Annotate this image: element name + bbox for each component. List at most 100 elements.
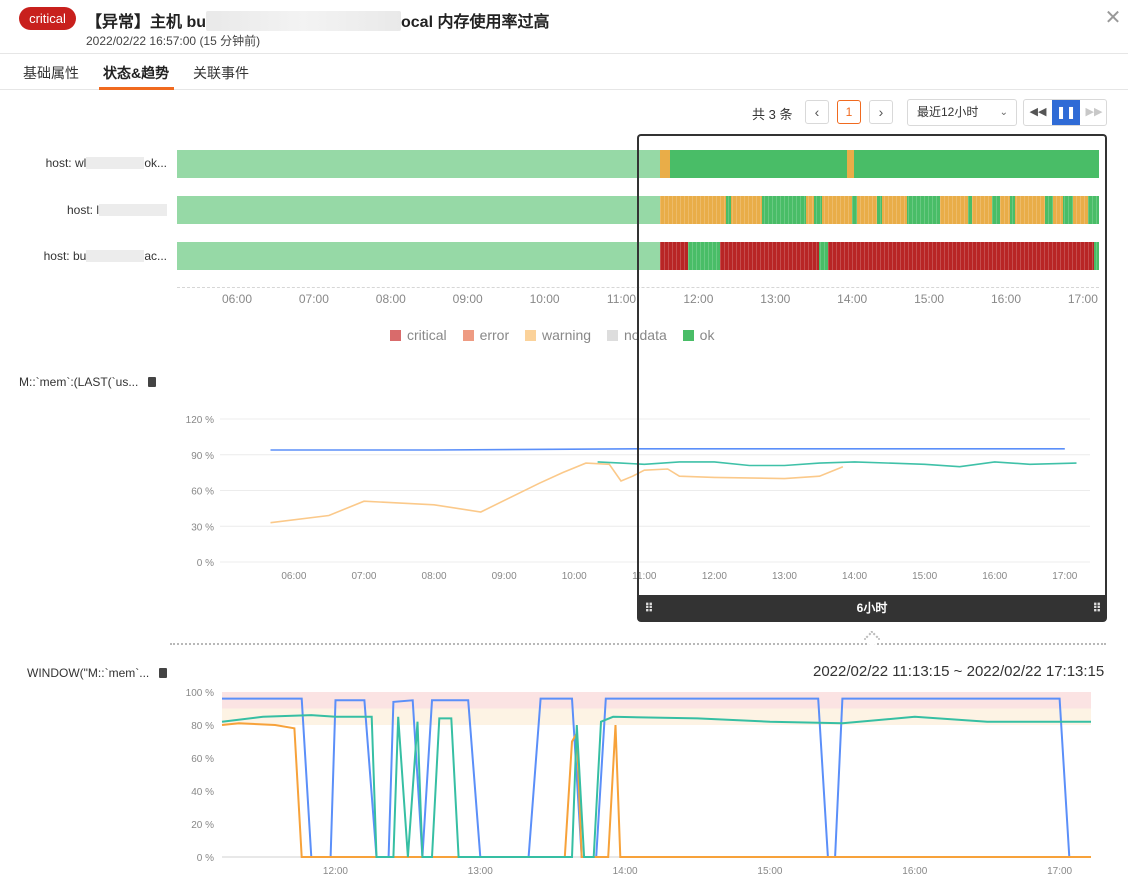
- status-segment: [1053, 196, 1063, 224]
- status-segment: [703, 196, 726, 224]
- status-tick-label: 12:00: [683, 292, 714, 306]
- status-stripe: [816, 242, 817, 270]
- status-stripe: [1088, 242, 1089, 270]
- memory-line-chart[interactable]: 120 % 90 % 60 % 30 % 0 % 06:00 07:00 08:00 09:00…: [170, 405, 1105, 585]
- chart2-title-text: WINDOW("M::`mem`...: [27, 666, 150, 680]
- status-stripe: [760, 196, 761, 224]
- status-stripe: [756, 242, 757, 270]
- time-range-select[interactable]: 最近12小时 ⌄: [907, 99, 1017, 126]
- pause-icon[interactable]: ❚❚: [1052, 100, 1080, 125]
- legend-item-ok[interactable]: ok: [682, 327, 714, 343]
- status-stripe: [1048, 196, 1049, 224]
- prev-page-button[interactable]: ‹: [805, 100, 829, 124]
- x-tick-label: 10:00: [562, 571, 587, 582]
- chevron-down-icon: ⌄: [999, 107, 1008, 118]
- rewind-icon[interactable]: ◀◀: [1024, 100, 1052, 125]
- status-stripe: [920, 196, 921, 224]
- status-stripe: [780, 196, 781, 224]
- x-tick-label: 15:00: [757, 866, 782, 877]
- y-tick-label: 100 %: [186, 688, 214, 699]
- status-stripe: [928, 196, 929, 224]
- status-stripe: [1096, 242, 1097, 270]
- close-icon[interactable]: ✕: [1103, 8, 1123, 28]
- status-stripe: [1084, 196, 1085, 224]
- status-bar[interactable]: [177, 242, 1099, 270]
- status-bar[interactable]: [177, 196, 1099, 224]
- status-stripe: [1036, 196, 1037, 224]
- status-stripe: [868, 196, 869, 224]
- status-stripe: [688, 196, 689, 224]
- status-segment: [660, 150, 670, 178]
- status-stripe: [664, 196, 665, 224]
- status-stripe: [948, 196, 949, 224]
- status-stripe: [744, 242, 745, 270]
- status-stripe: [1088, 196, 1089, 224]
- status-stripe: [828, 196, 829, 224]
- status-stripe: [684, 196, 685, 224]
- forward-icon[interactable]: ▶▶: [1080, 100, 1106, 125]
- x-tick-label: 17:00: [1052, 571, 1077, 582]
- copy-icon[interactable]: [148, 377, 157, 387]
- status-stripe: [964, 242, 965, 270]
- legend-item-error[interactable]: error: [462, 327, 510, 343]
- next-page-button[interactable]: ›: [869, 100, 893, 124]
- selection-window-handle[interactable]: ⠿ 6小时 ⠿: [637, 595, 1107, 622]
- drag-handle-right-icon[interactable]: ⠿: [1089, 595, 1103, 622]
- status-stripe: [668, 242, 669, 270]
- status-stripe: [764, 196, 765, 224]
- status-stripe: [804, 242, 805, 270]
- status-stripe: [932, 196, 933, 224]
- status-stripe: [992, 196, 993, 224]
- status-stripe: [948, 242, 949, 270]
- status-tick-label: 17:00: [1067, 292, 1098, 306]
- drag-handle-left-icon[interactable]: ⠿: [641, 595, 655, 622]
- legend-item-warning[interactable]: warning: [525, 327, 591, 343]
- status-stripe: [896, 196, 897, 224]
- status-stripe: [980, 242, 981, 270]
- status-stripe: [668, 196, 669, 224]
- tab-basic-properties[interactable]: 基础属性: [23, 63, 79, 83]
- status-tick-label: 06:00: [221, 292, 253, 306]
- status-stripe: [1080, 242, 1081, 270]
- status-stripe: [960, 242, 961, 270]
- status-stripe: [748, 242, 749, 270]
- legend-item-critical[interactable]: critical: [390, 327, 447, 343]
- x-tick-label: 15:00: [912, 571, 937, 582]
- y-tick-label: 40 %: [191, 787, 214, 798]
- status-stripe: [992, 242, 993, 270]
- y-tick-label: 120 %: [186, 415, 214, 426]
- status-stripe: [940, 196, 941, 224]
- status-stripe: [764, 242, 765, 270]
- status-stripe: [832, 242, 833, 270]
- status-stripe: [844, 242, 845, 270]
- x-tick-label: 12:00: [702, 571, 727, 582]
- current-page-button[interactable]: 1: [837, 100, 861, 124]
- tab-status-trend[interactable]: 状态&趋势: [103, 63, 169, 83]
- status-stripe: [1008, 196, 1009, 224]
- tab-related-events[interactable]: 关联事件: [193, 63, 249, 83]
- status-stripe: [724, 242, 725, 270]
- legend-item-nodata[interactable]: nodata: [606, 327, 667, 343]
- status-stripe: [808, 196, 809, 224]
- status-stripe: [812, 242, 813, 270]
- copy-icon[interactable]: [159, 668, 168, 678]
- status-stripe: [704, 196, 705, 224]
- status-stripe: [1064, 242, 1065, 270]
- playback-controls: ◀◀ ❚❚ ▶▶: [1023, 99, 1107, 126]
- status-segment: [177, 242, 660, 270]
- status-stripe: [768, 242, 769, 270]
- status-stripe: [1040, 196, 1041, 224]
- status-tick-label: 11:00: [606, 292, 637, 306]
- redacted-label: [99, 204, 167, 216]
- status-bar[interactable]: [177, 150, 1099, 178]
- x-tick-label: 12:00: [323, 866, 348, 877]
- status-stripe: [872, 196, 873, 224]
- status-segment: [1088, 196, 1099, 224]
- status-stripe: [1052, 242, 1053, 270]
- status-stripe: [832, 196, 833, 224]
- legend-label: error: [479, 327, 510, 343]
- chart1-title: M::`mem`:(LAST(`us...: [19, 375, 157, 389]
- status-stripe: [664, 242, 665, 270]
- window-line-chart[interactable]: 100 % 80 % 60 % 40 % 20 % 0 % 12:00 13:00 14:00 1…: [170, 680, 1105, 887]
- status-stripe: [672, 196, 673, 224]
